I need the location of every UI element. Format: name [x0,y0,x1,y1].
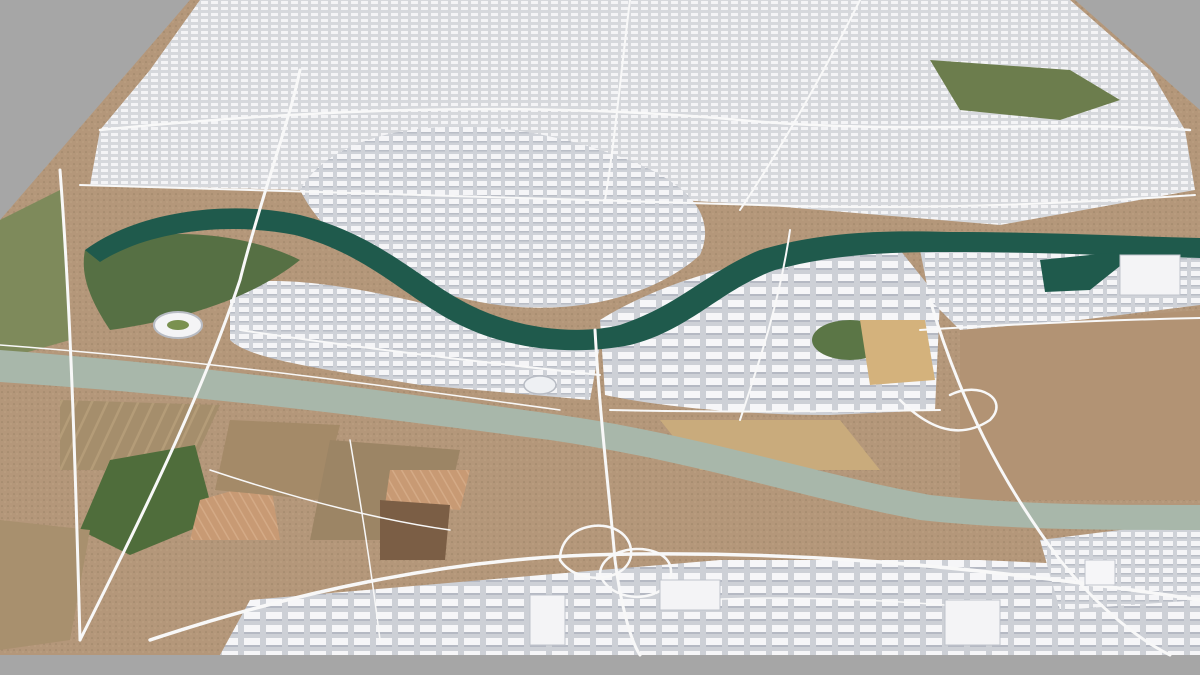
map-viewport[interactable] [0,0,1200,675]
western-farmland [0,190,70,360]
warehouse-c [659,579,721,611]
warehouse-b [944,599,1001,646]
port-warehouses [1119,254,1181,296]
warehouse-a [529,594,566,646]
tower-building [1084,559,1116,586]
3d-city-map[interactable] [0,0,1200,675]
stadium-field [167,320,189,330]
oval-building [523,375,557,395]
field-dark [380,500,450,560]
